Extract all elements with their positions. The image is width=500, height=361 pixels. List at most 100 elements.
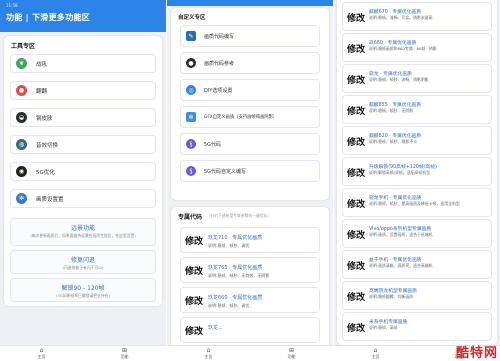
tool-5g-code[interactable]: § 5G代码	[180, 133, 320, 155]
sg-write-icon: §	[186, 166, 196, 176]
tools-card: 工具专区 ❦ 战吼 ● 翻翻 ◒ 钢皮肤 ◍ 音效切换 ◉ 5G优化 ✻ 画质设…	[4, 36, 162, 306]
section-title: 专属代码	[178, 214, 203, 221]
preset-title: 骁龙手机 · 专属优化画质	[369, 196, 422, 201]
feature-subtitle: (每次更新画质后，如果要维持远景在画质生效后，在这里设置)	[30, 233, 136, 238]
feature-subtitle: (5G如果帧率已解锁请把支持在)	[56, 293, 110, 298]
edit-badge: 修改	[347, 138, 366, 148]
feature-fix-crash[interactable]: 修复闪退 (闪退修复于有闪于可以)	[10, 250, 156, 274]
preset-item[interactable]: 修改 玖龙765 · 专属优化画质 说明:稳帧、帧秒、无特效、无阴影	[180, 257, 320, 283]
preset-desc: 说明:稳帧、帧秒、调优	[208, 303, 250, 308]
globe-icon: ◍	[16, 139, 27, 150]
tool-label: GFX自定义画质（支持画帧和画阴影）	[204, 115, 278, 120]
nav-home[interactable]: ⌂ 主页	[334, 346, 417, 361]
preset-desc: 说明:稳帧、帧秒、无阴影	[369, 108, 414, 113]
nav-label: 功能	[287, 353, 296, 359]
edit-badge: 修改	[185, 267, 204, 277]
preset-desc: 说明:稳帧、帧秒、稍影不卡	[369, 139, 417, 144]
presets-card: 专属代码 (针对下述机型专属参数的一键优化) 修改 玖龙710 · 专属优化画质…	[171, 207, 329, 347]
leaf-icon: ❦	[16, 58, 27, 69]
screen-tools: 11:58 功能 | 下滑更多功能区 工具专区 ❦ 战吼 ● 翻翻 ◒ 钢皮肤 …	[0, 0, 166, 361]
preset-item[interactable]: 修改 骁龙手机 · 专属优化画质 说明:稳帧、帧秒、提高画质及降低卡顿，适用全机…	[342, 188, 492, 217]
tool-label: 画质代码编写	[204, 33, 235, 40]
preset-title: 玖660 · 专属优化画质	[369, 41, 417, 46]
feature-distant-view[interactable]: 远景功能 (每次更新画质后，如果要维持远景在画质生效后，在这里设置)	[10, 218, 156, 246]
edit-badge: 修改	[347, 45, 366, 55]
nav-label: 主页	[371, 353, 380, 359]
preset-item[interactable]: 修改 玖龙660 · 专属优化画质 说明:稳帧、帧秒、调优	[180, 287, 320, 313]
nav-home[interactable]: ⌂ 主页	[167, 346, 250, 361]
tool-code-write[interactable]: ✎ 画质代码编写	[180, 25, 320, 47]
ring-icon: ◉	[16, 166, 27, 177]
preset-item[interactable]: 修改 高端骁龙机型专属画质 说明:稳帧翻腾、均衡画质	[342, 281, 492, 310]
nav-functions[interactable]: ⊞ 功能	[83, 346, 166, 361]
preset-item[interactable]: 修改 麒麟855 · 专属优化画质 说明:稳帧、帧秒、无阴影	[342, 95, 492, 124]
nav-functions[interactable]: ⊞ 功能	[250, 346, 333, 361]
edit-badge: 修改	[347, 107, 366, 117]
screen-presets: 修改 麒麟670 · 专属优化画质 说明:稳帧、流畅、写实、稍影米量高 修改 玖…	[334, 0, 500, 361]
presets-list-card: 修改 麒麟670 · 专属优化画质 说明:稳帧、流畅、写实、稍影米量高 修改 玖…	[337, 0, 497, 345]
tool-item-6[interactable]: ✻ 画质设置置	[10, 189, 156, 208]
preset-title: 骁龙 · 专属优化画质	[369, 72, 412, 77]
tool-gfx-custom[interactable]: ✻ GFX自定义画质（支持画帧和画阴影）	[180, 106, 320, 128]
preset-item[interactable]: 修改 玖龙710 · 专属优化画质 说明:稳帧、帧秒、调优	[180, 227, 320, 253]
tool-label: 战吼	[36, 61, 48, 68]
tool-label: 钢皮肤	[36, 115, 53, 122]
tool-label: 5G代码自定义编写	[204, 168, 247, 175]
preset-title: 玖龙710 · 专属优化画质	[208, 235, 263, 241]
preset-item[interactable]: 修改 麒麟820 · 专属优化画质 说明:稳帧、帧秒、稍影不卡	[342, 126, 492, 155]
tool-label: 5G代码	[204, 141, 222, 148]
tool-item-2[interactable]: ● 翻翻	[10, 81, 156, 100]
gfx-gear-icon: ✻	[186, 112, 196, 122]
nav-label: 功能	[120, 353, 129, 359]
tool-label: 5G优化	[36, 169, 55, 176]
tool-item-4[interactable]: ◍ 音效切换	[10, 135, 156, 154]
preset-title: 升级解锁(90高帧+120帧/高帧)	[369, 165, 437, 170]
preset-desc: 说明:稳帧、帧秒、提高画质及降低卡顿，适用全机型	[369, 201, 460, 206]
edit-badge: 修改	[185, 327, 204, 337]
preset-item[interactable]: 修改 Vivo/oppo系列机型专属画质 说明:画质、设置画质，适合于低端机	[342, 219, 492, 248]
preset-title: 麒麟820 · 专属优化画质	[369, 134, 422, 139]
preset-item[interactable]: 修改 玖龙...	[180, 317, 320, 343]
app-header	[167, 0, 333, 6]
tool-item-3[interactable]: ◒ 钢皮肤	[10, 108, 156, 127]
feature-subtitle: (闪退修复于有闪于可以)	[62, 265, 104, 270]
tool-code-reference[interactable]: ● 画质代码参考	[180, 52, 320, 74]
diy-icon: ◎	[186, 85, 196, 95]
tool-label: 画质设置置	[36, 196, 64, 203]
preset-title: 玖龙765 · 专属优化画质	[208, 265, 263, 271]
edit-badge: 修改	[347, 324, 366, 334]
edit-badge: 修改	[347, 200, 366, 210]
preset-desc: 说明:稳帧翻腾、均衡画质	[369, 294, 414, 299]
section-title: 自定义专区	[178, 15, 206, 21]
preset-title: Vivo/oppo系列机型专属画质	[369, 227, 432, 232]
preset-item[interactable]: 修改 升级解锁(90高帧+120帧/高帧) 说明:解锁高帧/双帧，适配高帧机型	[342, 157, 492, 186]
tool-item-1[interactable]: ❦ 战吼	[10, 54, 156, 73]
gear-icon: ✻	[16, 193, 27, 204]
preset-title: 玖龙...	[208, 325, 223, 331]
feature-unlock-fps[interactable]: 解锁90 - 120帧 (5G如果帧率已解锁请把支持在)	[10, 278, 156, 302]
nav-home[interactable]: ⌂ 主页	[0, 346, 83, 361]
tool-item-5[interactable]: ◉ 5G优化	[10, 162, 156, 181]
nav-label: 主页	[37, 353, 46, 359]
preset-desc: 说明:解锁高帧/双帧，适配高帧机型	[369, 170, 430, 175]
tool-diy-settings[interactable]: ◎ DIY选项设置	[180, 79, 320, 101]
preset-desc: 说明:画质清晰、画质亮，适合高端机	[369, 263, 433, 268]
preset-item[interactable]: 修改 骁龙 · 专属优化画质 说明:稳帧、帧秒、流畅、稍影阴影	[342, 64, 492, 93]
status-time: 11:58	[6, 3, 18, 8]
preset-item[interactable]: 修改 玖660 · 专属优化画质 说明:稳帧画质和660专属 · 60帧 · 稍…	[342, 33, 492, 62]
tool-label: 音效切换	[36, 142, 59, 149]
preset-item[interactable]: 修改 益于手机 · 专属优化画质 说明:画质清晰、画质亮，适合高端机	[342, 250, 492, 279]
preset-item[interactable]: 修改 麒麟670 · 专属优化画质 说明:稳帧、流畅、写实、稍影米量高	[342, 2, 492, 31]
preset-desc: 说明:稳帧、帧秒、流畅、稍影阴影	[369, 77, 429, 82]
feature-title: 远景功能	[70, 225, 95, 232]
section-hint: (针对下述机型专属参数的一键优化)	[209, 213, 269, 218]
preset-title: 玖龙660 · 专属优化画质	[208, 295, 263, 301]
custom-card: 自定义专区 ✎ 画质代码编写 ● 画质代码参考 ◎ DIY选项设置 ✻ GFX自…	[171, 8, 329, 200]
preset-desc: 说明:稳帧、帧秒、调优	[208, 243, 250, 248]
tool-label: 翻翻	[36, 88, 48, 95]
edit-badge: 修改	[347, 76, 366, 86]
preset-item[interactable]: 修改 米系手机专属画质 说明:稳帧、高帧	[342, 312, 492, 341]
tool-label: 画质代码参考	[204, 60, 235, 67]
watermark-logo: 酷特网	[455, 346, 498, 361]
tool-5g-code-write[interactable]: § 5G代码自定义编写	[180, 160, 320, 182]
